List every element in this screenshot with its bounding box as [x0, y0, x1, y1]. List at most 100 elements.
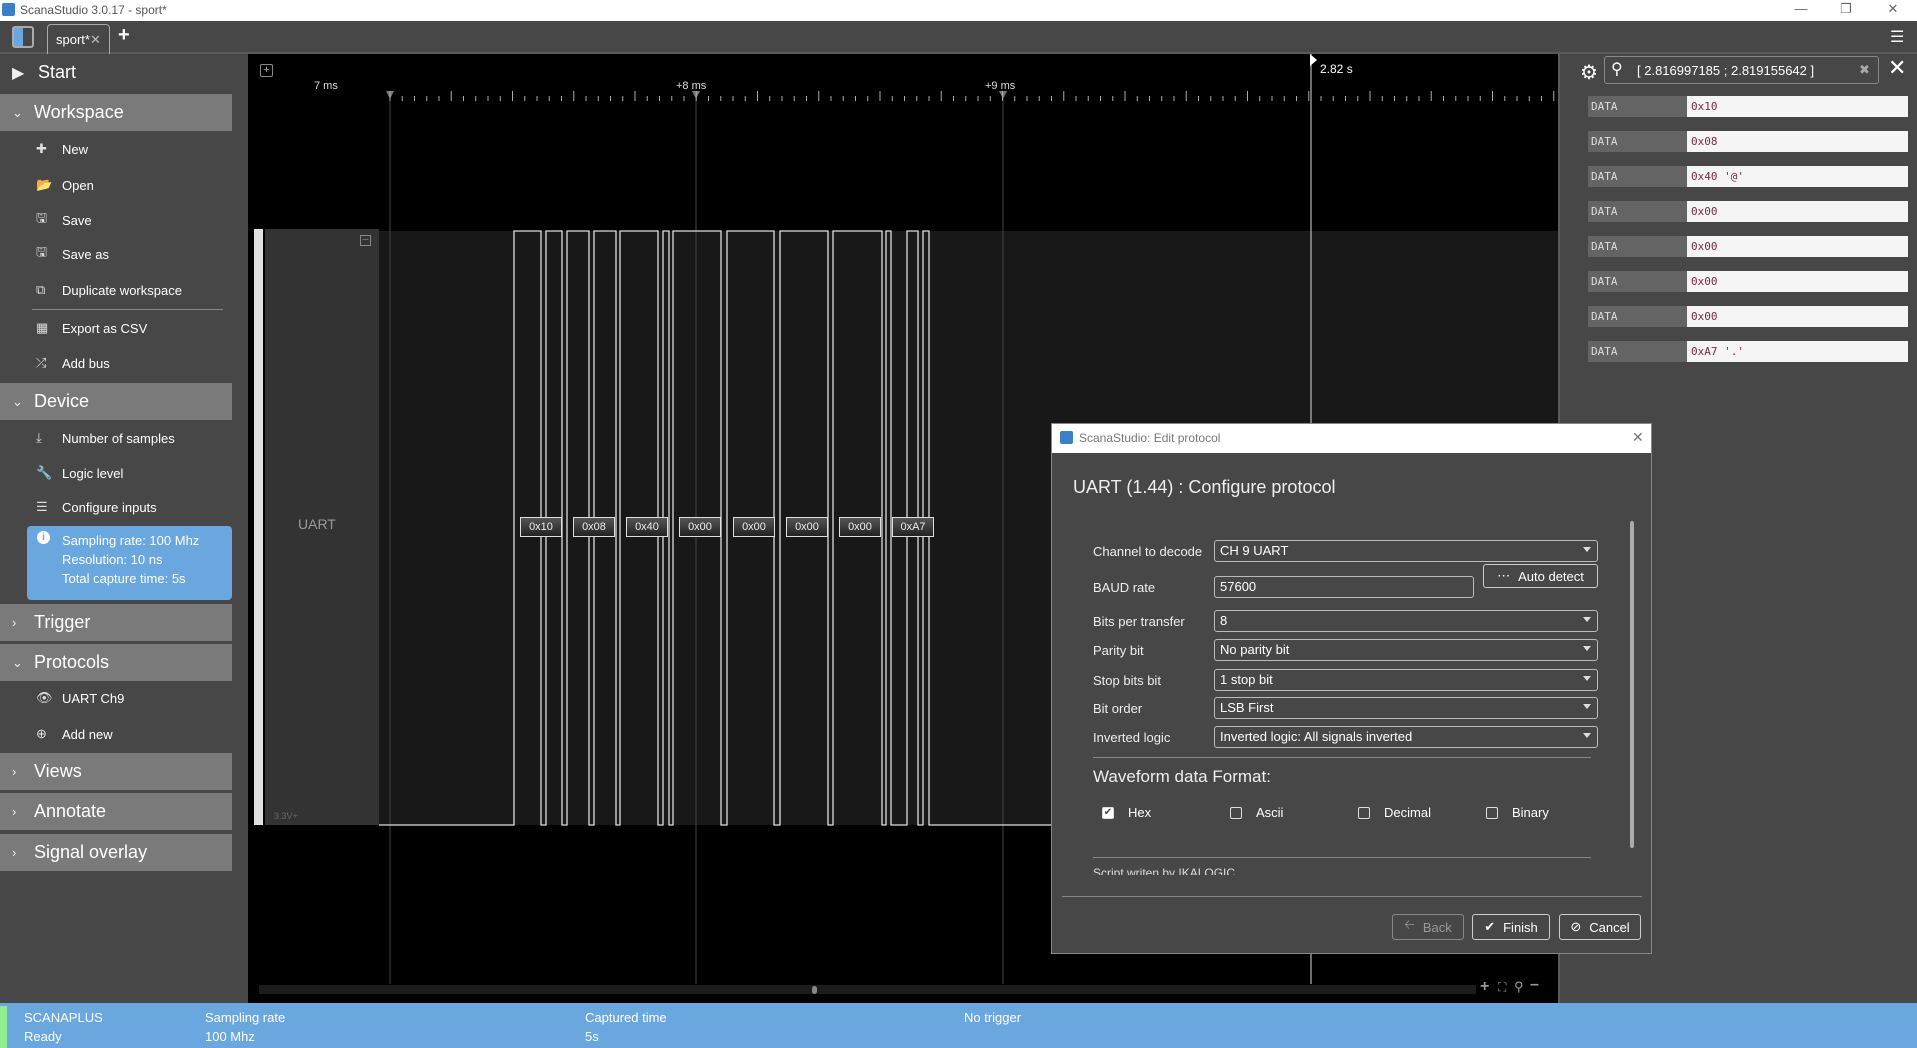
- section-label: Device: [34, 391, 90, 411]
- field-select[interactable]: 1 stop bit: [1214, 669, 1598, 691]
- time-label: +9 ms: [985, 80, 1016, 92]
- result-row[interactable]: DATA 0x00: [1588, 236, 1908, 257]
- search-input[interactable]: ⚲ [ 2.816997185 ; 2.819155642 ] ✖: [1604, 56, 1879, 84]
- field-value: 57600: [1220, 579, 1257, 594]
- floppy-icon: 🖫: [36, 210, 48, 225]
- auto-detect-button[interactable]: ⋯ Auto detect: [1483, 564, 1598, 588]
- section-signal-overlay[interactable]: › Signal overlay: [0, 834, 232, 871]
- menu-number-of-samples[interactable]: ⤓ Number of samples: [36, 427, 175, 449]
- channel-label-panel[interactable]: – UART 3.3V+: [265, 229, 379, 825]
- settings-sliders-icon[interactable]: ☰: [1890, 27, 1904, 47]
- device-info-box: i Sampling rate: 100 Mhz Resolution: 10 …: [27, 526, 232, 600]
- clear-search-icon[interactable]: ✖: [1859, 62, 1870, 78]
- horizontal-scrollbar[interactable]: [259, 985, 1476, 994]
- menu-label: Number of samples: [62, 430, 175, 446]
- section-annotate[interactable]: › Annotate: [0, 793, 232, 830]
- field-select[interactable]: No parity bit: [1214, 639, 1598, 661]
- format-checkbox[interactable]: Binary: [1486, 805, 1549, 820]
- result-row[interactable]: DATA 0x40 '@': [1588, 166, 1908, 187]
- result-value: 0x00: [1687, 236, 1908, 257]
- baud-rate-input[interactable]: 57600: [1214, 576, 1474, 598]
- list-icon: ☰: [36, 499, 48, 514]
- minimize-icon[interactable]: —: [1786, 1, 1816, 16]
- search-zoom-icon[interactable]: ⚲: [1514, 979, 1524, 995]
- sidebar-toggle-icon[interactable]: [12, 26, 34, 48]
- cancel-button[interactable]: ⊘ Cancel: [1559, 914, 1641, 940]
- format-checkbox[interactable]: Decimal: [1358, 805, 1431, 820]
- section-label: Protocols: [34, 652, 110, 672]
- finish-button[interactable]: ✔ Finish: [1472, 914, 1550, 940]
- menu-save[interactable]: 🖫 Save: [36, 209, 92, 231]
- result-key: DATA: [1588, 341, 1687, 362]
- decoded-byte-label[interactable]: 0x00: [679, 517, 721, 537]
- menu-logic-level[interactable]: 🔧 Logic level: [36, 462, 123, 484]
- tab-sport[interactable]: sport*✕: [47, 24, 110, 54]
- menu-duplicate-workspace[interactable]: ⧉ Duplicate workspace: [36, 279, 182, 301]
- back-button[interactable]: 🡠 Back: [1392, 914, 1464, 940]
- close-panel-icon[interactable]: ✕: [1888, 55, 1906, 81]
- close-dialog-icon[interactable]: ✕: [1632, 429, 1644, 446]
- field-select[interactable]: LSB First: [1214, 697, 1598, 719]
- decoded-byte-label[interactable]: 0x10: [520, 517, 562, 537]
- section-device[interactable]: ⌄ Device: [0, 383, 232, 420]
- chevron-right-icon: ›: [12, 804, 17, 819]
- menu-label: Export as CSV: [62, 320, 148, 336]
- dialog-scrollbar[interactable]: [1630, 521, 1634, 848]
- menu-new[interactable]: ✚ New: [36, 138, 88, 160]
- menu-label: Add bus: [62, 355, 110, 371]
- scrollbar-thumb[interactable]: [812, 986, 817, 994]
- field-label: Bit order: [1093, 701, 1143, 716]
- ready-indicator: [0, 1006, 7, 1048]
- menu-add-protocol[interactable]: ⊕ Add new: [36, 723, 113, 745]
- menu-open[interactable]: 📂 Open: [36, 174, 94, 196]
- field-value: CH 9 UART: [1220, 543, 1289, 558]
- zoom-in-icon[interactable]: +: [1480, 978, 1489, 996]
- restore-icon[interactable]: ❐: [1831, 1, 1861, 17]
- section-trigger[interactable]: › Trigger: [0, 604, 232, 641]
- fit-icon[interactable]: ⛶: [1498, 980, 1506, 995]
- decoded-byte-label[interactable]: 0x00: [839, 517, 881, 537]
- dropdown-arrow-icon: [1583, 617, 1591, 622]
- field-select[interactable]: 8: [1214, 610, 1598, 632]
- result-row[interactable]: DATA 0xA7 '.': [1588, 341, 1908, 362]
- menu-label: Add new: [62, 726, 113, 742]
- result-row[interactable]: DATA 0x00: [1588, 271, 1908, 292]
- section-workspace[interactable]: ⌄ Workspace: [0, 94, 232, 131]
- chevron-right-icon: ›: [12, 845, 17, 860]
- format-checkbox[interactable]: Ascii: [1230, 805, 1283, 820]
- result-row[interactable]: DATA 0x08: [1588, 131, 1908, 152]
- info-icon: i: [37, 531, 50, 544]
- menu-save-as[interactable]: 🖫 Save as: [36, 243, 109, 265]
- close-window-icon[interactable]: ✕: [1878, 1, 1908, 17]
- result-key: DATA: [1588, 271, 1687, 292]
- menu-export-csv[interactable]: ▦ Export as CSV: [36, 317, 147, 339]
- field-select[interactable]: Inverted logic: All signals inverted: [1214, 726, 1598, 748]
- menu-configure-inputs[interactable]: ☰ Configure inputs: [36, 496, 157, 518]
- result-row[interactable]: DATA 0x10: [1588, 96, 1908, 117]
- add-tab-icon[interactable]: +: [118, 24, 130, 47]
- gear-icon[interactable]: ⚙: [1580, 60, 1598, 85]
- decoded-byte-label[interactable]: 0x00: [786, 517, 828, 537]
- result-row[interactable]: DATA 0x00: [1588, 306, 1908, 327]
- dialog-title: ScanaStudio: Edit protocol: [1079, 431, 1221, 445]
- decoded-byte-label[interactable]: 0x00: [733, 517, 775, 537]
- close-tab-icon[interactable]: ✕: [90, 32, 101, 47]
- protocol-uart-ch9[interactable]: 👁 UART Ch9: [36, 687, 124, 709]
- section-protocols[interactable]: ⌄ Protocols: [0, 644, 232, 681]
- zoom-out-icon[interactable]: –: [1530, 976, 1539, 994]
- sidebar-start[interactable]: ▶ Start: [0, 54, 232, 91]
- window-title: ScanaStudio 3.0.17 - sport*: [20, 3, 167, 17]
- decoded-byte-label[interactable]: 0xA7: [892, 517, 934, 537]
- format-heading: Waveform data Format:: [1093, 767, 1271, 786]
- decoded-byte-label[interactable]: 0x40: [626, 517, 668, 537]
- result-row[interactable]: DATA 0x00: [1588, 201, 1908, 222]
- menu-add-bus[interactable]: ⤮ Add bus: [36, 352, 110, 374]
- decoded-byte-label[interactable]: 0x08: [573, 517, 615, 537]
- checkbox-icon: [1230, 806, 1242, 819]
- eye-icon: 👁: [36, 690, 53, 705]
- collapse-channel-icon[interactable]: –: [360, 235, 371, 246]
- dropdown-arrow-icon: [1583, 676, 1591, 681]
- section-views[interactable]: › Views: [0, 753, 232, 790]
- format-checkbox[interactable]: ✔ Hex: [1102, 805, 1151, 820]
- field-select[interactable]: CH 9 UART: [1214, 540, 1598, 562]
